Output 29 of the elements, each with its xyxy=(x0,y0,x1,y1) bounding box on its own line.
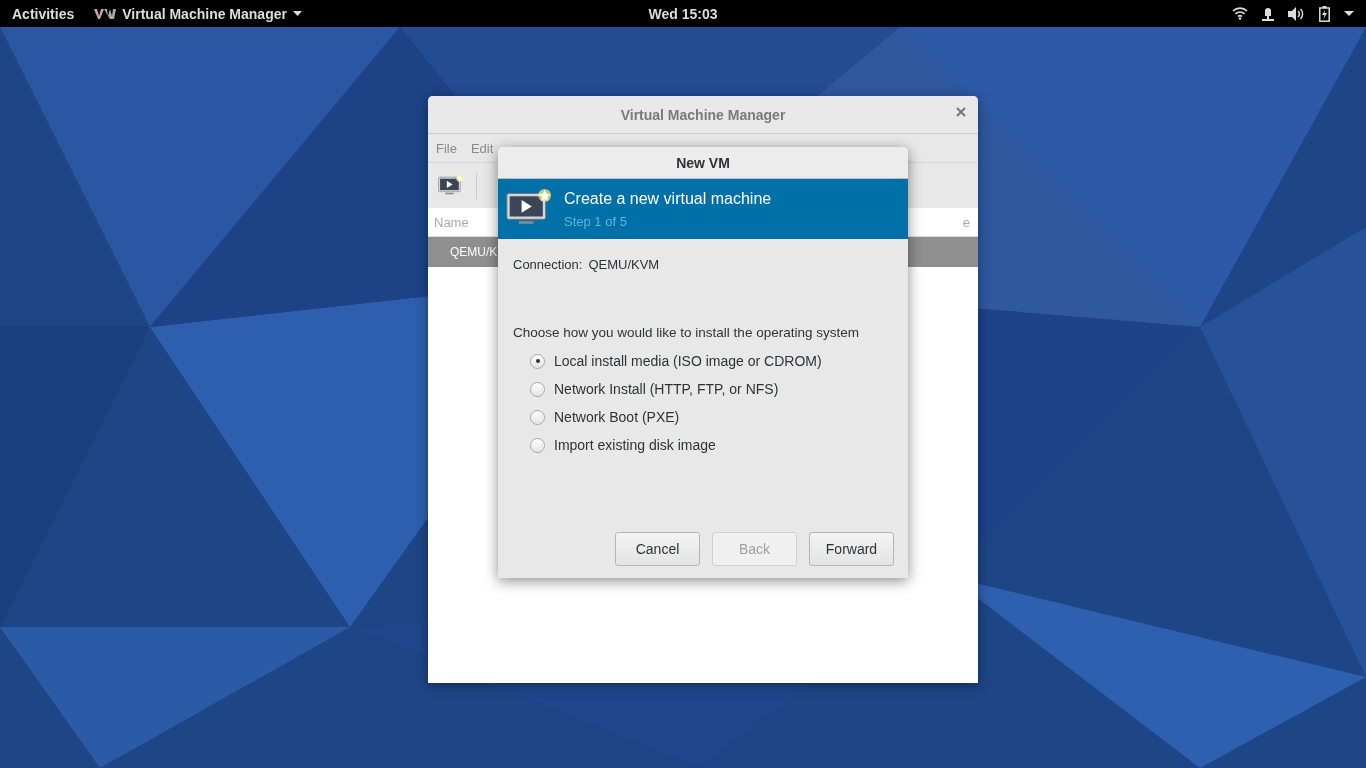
radio-button[interactable] xyxy=(530,353,545,369)
wifi-icon[interactable] xyxy=(1232,7,1248,20)
radio-option[interactable]: Local install media (ISO image or CDROM) xyxy=(530,353,894,369)
window-title: Virtual Machine Manager xyxy=(620,106,786,123)
radio-button[interactable] xyxy=(530,409,545,425)
dialog-button[interactable]: Forward xyxy=(809,532,894,566)
radio-option[interactable]: Network Boot (PXE) xyxy=(530,409,894,425)
connection-value: QEMU/KVM xyxy=(588,257,660,272)
dialog-button[interactable]: Cancel xyxy=(615,532,700,566)
clock[interactable]: Wed 15:03 xyxy=(648,5,718,22)
activities-button[interactable]: Activities xyxy=(12,5,75,22)
install-prompt: Choose how you would like to install the operating system xyxy=(513,325,860,340)
caret-icon xyxy=(292,11,302,16)
radio-option[interactable]: Import existing disk image xyxy=(530,437,894,453)
volume-icon[interactable] xyxy=(1288,6,1305,21)
radio-button[interactable] xyxy=(530,437,545,453)
step-label: Step 1 of 5 xyxy=(564,213,628,229)
app-logo-icon xyxy=(94,8,117,19)
network-icon[interactable] xyxy=(1262,6,1274,21)
caret-icon[interactable] xyxy=(1344,11,1354,16)
radio-button[interactable] xyxy=(530,381,545,397)
dialog-title: New VM xyxy=(676,154,730,171)
row-text: QEMU/K xyxy=(450,245,498,259)
battery-charging-icon[interactable] xyxy=(1319,5,1330,22)
radio-option[interactable]: Network Install (HTTP, FTP, or NFS) xyxy=(530,381,894,397)
connection-label: Connection: xyxy=(513,257,583,272)
banner-title: Create a new virtual machine xyxy=(564,189,772,208)
app-menu[interactable]: Virtual Machine Manager xyxy=(94,5,302,22)
close-button[interactable] xyxy=(954,105,968,119)
